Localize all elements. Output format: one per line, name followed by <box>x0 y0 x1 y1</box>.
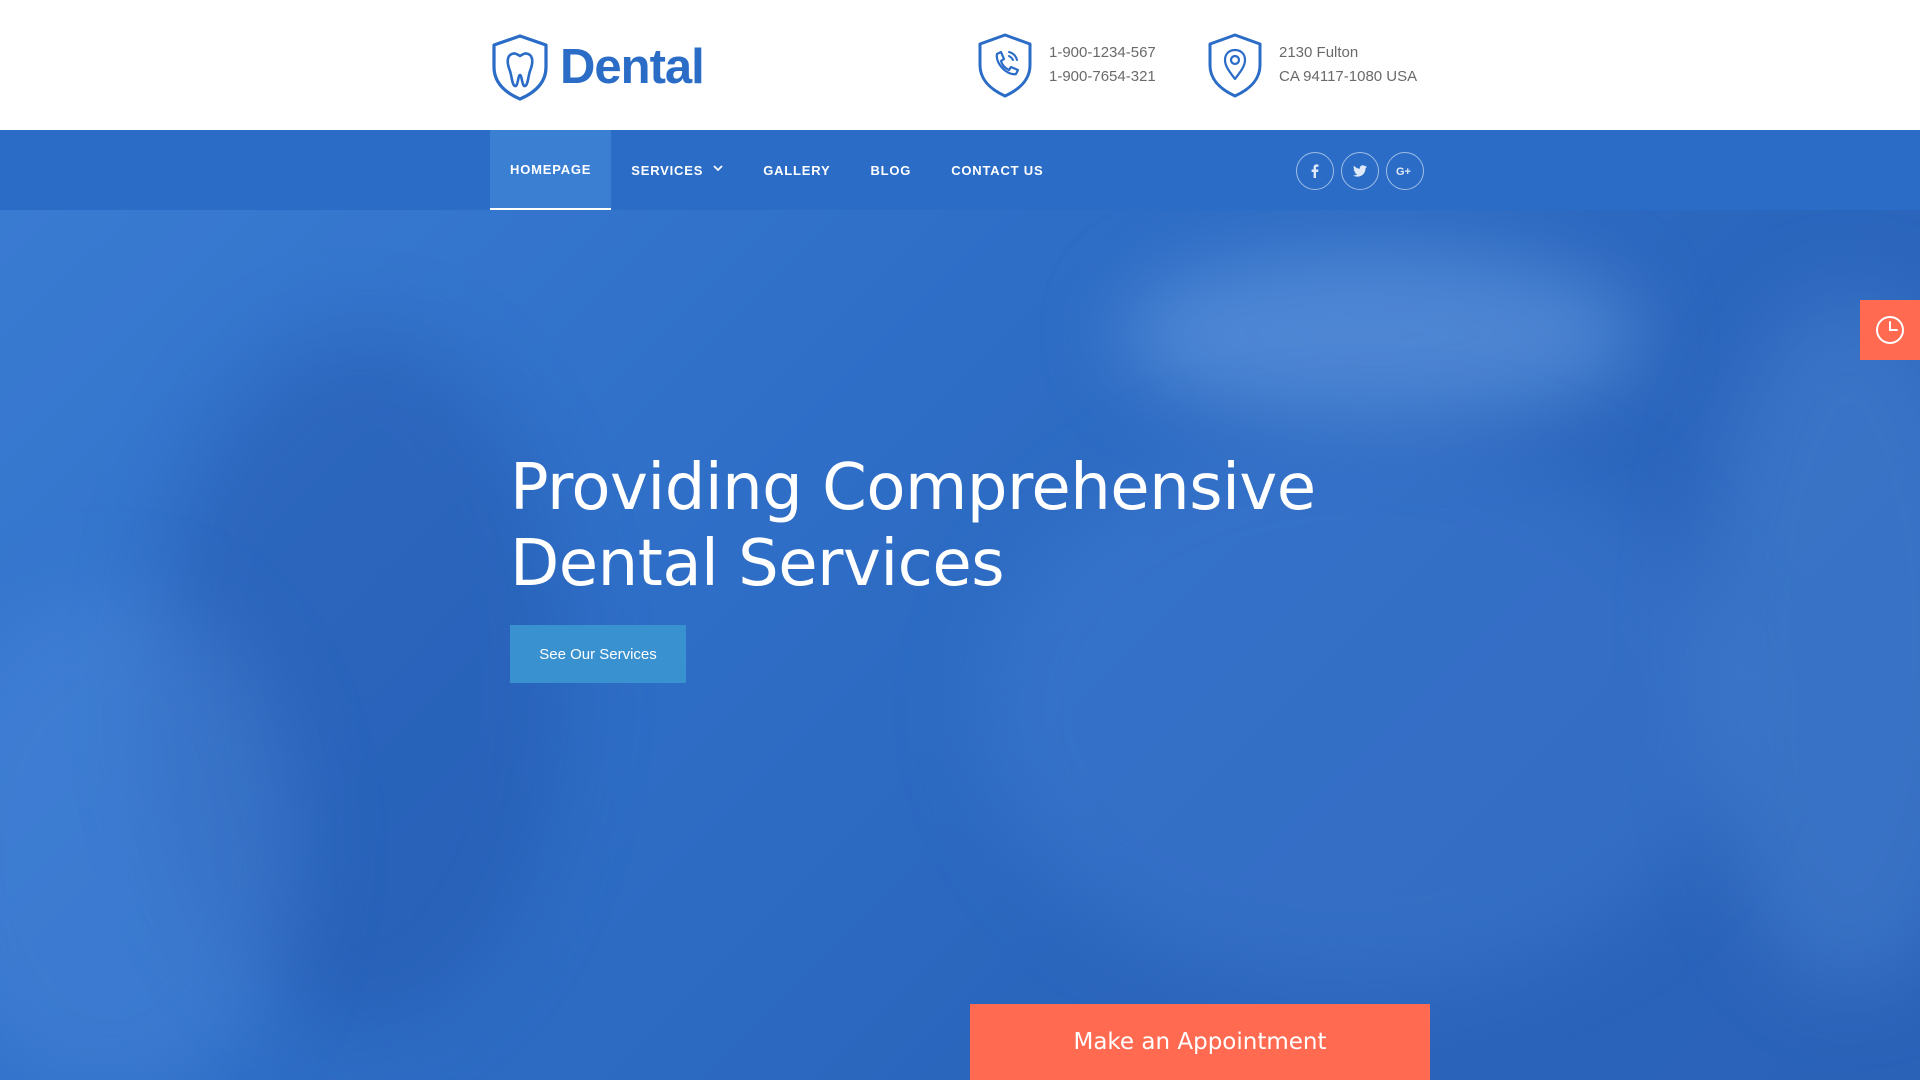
make-appointment-button[interactable]: Make an Appointment <box>970 1004 1430 1080</box>
social-links: G+ <box>1296 152 1424 190</box>
brand-logo[interactable]: Dental <box>490 32 705 102</box>
phone-number-1[interactable]: 1-900-1234-567 <box>1049 41 1156 65</box>
twitter-icon[interactable] <box>1341 152 1379 190</box>
chevron-down-icon <box>713 164 723 175</box>
phone-contact: 1-900-1234-567 1-900-7654-321 <box>975 32 1156 98</box>
nav-item-gallery[interactable]: GALLERY <box>743 130 850 210</box>
nav-menu: HOMEPAGE SERVICES GALLERY BLOG CONTACT U… <box>490 130 1063 210</box>
clock-icon <box>1876 316 1904 344</box>
phone-shield-icon <box>978 33 1032 98</box>
hero-title-line-1: Providing Comprehensive <box>510 451 1316 525</box>
nav-item-label: SERVICES <box>631 162 704 178</box>
nav-item-services[interactable]: SERVICES <box>611 130 743 210</box>
facebook-icon[interactable] <box>1296 152 1334 190</box>
see-our-services-button[interactable]: See Our Services <box>510 625 686 683</box>
nav-item-label: HOMEPAGE <box>510 161 592 177</box>
site-header: Dental 1-900-1234-567 1-900-7654-321 213… <box>0 0 1920 130</box>
hero-background-shape <box>1120 250 1640 420</box>
hero-title: Providing Comprehensive Dental Services <box>510 450 1410 602</box>
hero-title-line-2: Dental Services <box>510 527 1005 601</box>
brand-name: Dental <box>560 40 705 94</box>
nav-item-label: CONTACT US <box>951 162 1044 178</box>
address-contact: 2130 Fulton CA 94117-1080 USA <box>1205 32 1417 98</box>
nav-item-blog[interactable]: BLOG <box>850 130 931 210</box>
google-plus-icon[interactable]: G+ <box>1386 152 1424 190</box>
nav-item-homepage[interactable]: HOMEPAGE <box>490 130 612 210</box>
svg-text:G+: G+ <box>1396 166 1411 177</box>
nav-item-label: GALLERY <box>763 162 831 178</box>
hero-section: Providing Comprehensive Dental Services … <box>0 210 1920 1080</box>
opening-hours-tab[interactable] <box>1860 300 1920 360</box>
nav-item-contact-us[interactable]: CONTACT US <box>931 130 1063 210</box>
hero-background-shape <box>1700 290 1920 990</box>
phone-number-2[interactable]: 1-900-7654-321 <box>1049 65 1156 89</box>
main-navbar: HOMEPAGE SERVICES GALLERY BLOG CONTACT U… <box>0 130 1920 210</box>
address-line-1: 2130 Fulton <box>1279 44 1359 61</box>
nav-item-label: BLOG <box>870 162 912 178</box>
location-shield-icon <box>1208 33 1262 98</box>
address-line-2: CA 94117-1080 USA <box>1279 68 1418 85</box>
tooth-shield-icon <box>492 34 548 101</box>
